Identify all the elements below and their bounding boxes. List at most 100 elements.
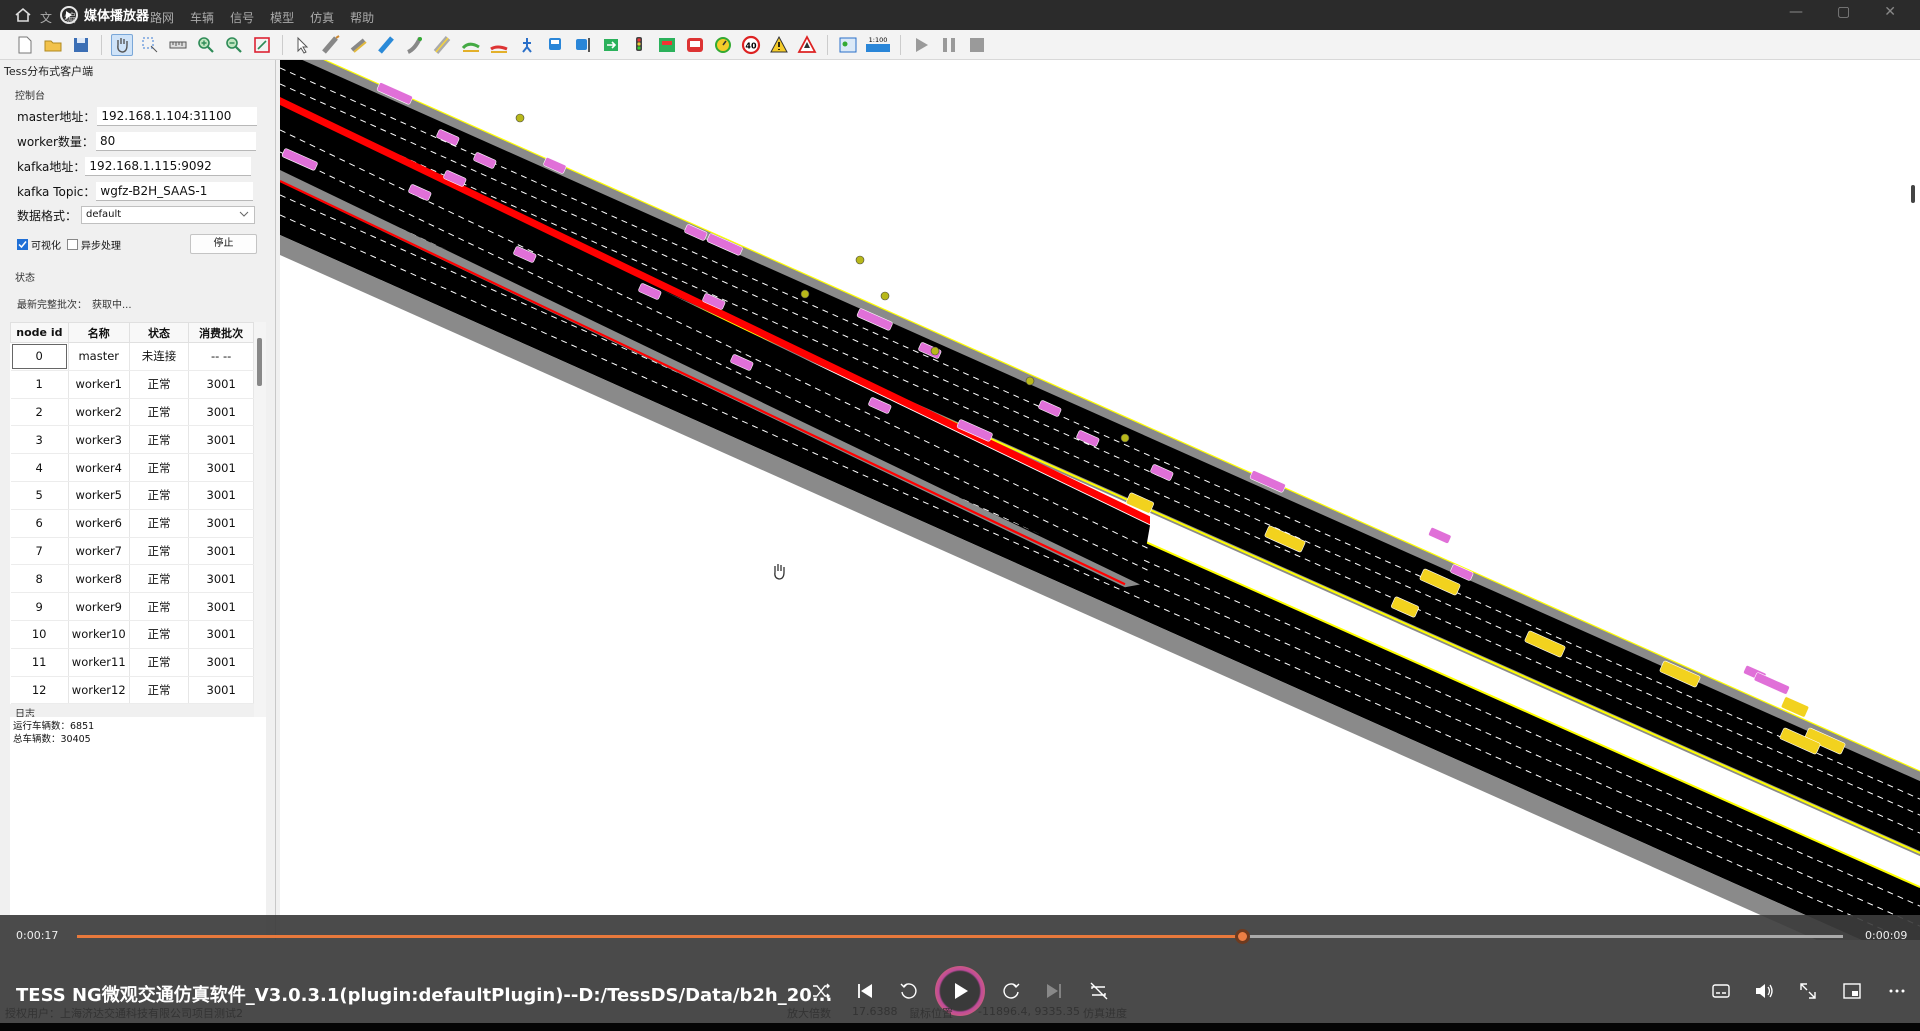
- detector-icon[interactable]: [656, 34, 678, 56]
- route-icon[interactable]: [460, 34, 482, 56]
- table-row[interactable]: 10 worker10 正常 3001: [10, 620, 254, 649]
- subtitles-icon[interactable]: [1708, 978, 1734, 1004]
- column-header-name[interactable]: 名称: [67, 322, 130, 343]
- zoom-fit-icon[interactable]: [251, 34, 273, 56]
- draw-connector-icon[interactable]: [348, 34, 370, 56]
- speed-limit-sign-icon[interactable]: 40: [740, 34, 762, 56]
- pause-simulation-icon[interactable]: [938, 34, 960, 56]
- pedestrian-marker[interactable]: [800, 289, 810, 299]
- scrollbar-thumb[interactable]: [1911, 185, 1915, 203]
- travel-time-icon[interactable]: [712, 34, 734, 56]
- pedestrian-marker[interactable]: [855, 255, 865, 265]
- accident-sign-icon[interactable]: [796, 34, 818, 56]
- repeat-off-icon[interactable]: [1086, 978, 1112, 1004]
- pedestrian-marker[interactable]: [1120, 433, 1130, 443]
- menu-network[interactable]: 路网: [150, 9, 174, 26]
- table-row[interactable]: 0 master 未连接 -- --: [10, 342, 254, 371]
- road-network-view[interactable]: [280, 60, 1920, 940]
- home-icon[interactable]: [14, 6, 32, 24]
- table-row[interactable]: 7 worker7 正常 3001: [10, 537, 254, 566]
- table-row[interactable]: 6 worker6 正常 3001: [10, 509, 254, 538]
- mouse-position-value: -11896.4, 9335.35: [978, 1005, 1080, 1018]
- fullscreen-icon[interactable]: [1795, 978, 1821, 1004]
- draw-road-icon[interactable]: [320, 34, 342, 56]
- visualize-checkbox[interactable]: 可视化: [17, 237, 61, 252]
- pedestrian-marker[interactable]: [1025, 376, 1035, 386]
- more-options-icon[interactable]: [1884, 978, 1910, 1004]
- table-row[interactable]: 4 worker4 正常 3001: [10, 453, 254, 482]
- table-row[interactable]: 12 worker12 正常 3001: [10, 676, 254, 705]
- vehicle[interactable]: [1753, 672, 1791, 695]
- new-file-icon[interactable]: [14, 34, 36, 56]
- bus-line-icon[interactable]: [544, 34, 566, 56]
- table-scrollbar[interactable]: [254, 322, 266, 759]
- zoom-in-icon[interactable]: [195, 34, 217, 56]
- pointer-icon[interactable]: [292, 34, 314, 56]
- menu-vehicle[interactable]: 车辆: [190, 9, 214, 26]
- canvas-scrollbar[interactable]: [1908, 60, 1920, 940]
- shuffle-icon[interactable]: [808, 978, 834, 1004]
- zoom-out-icon[interactable]: [223, 34, 245, 56]
- pedestrian-marker[interactable]: [515, 113, 525, 123]
- pedestrian-marker[interactable]: [930, 346, 940, 356]
- pedestrian-icon[interactable]: [516, 34, 538, 56]
- table-row[interactable]: 11 worker11 正常 3001: [10, 648, 254, 677]
- scale-icon[interactable]: 1:100: [865, 34, 891, 56]
- seek-knob[interactable]: [1234, 929, 1250, 944]
- table-row[interactable]: 9 worker9 正常 3001: [10, 592, 254, 621]
- menu-model[interactable]: 模型: [270, 9, 294, 26]
- cell-status: 正常: [129, 676, 190, 705]
- table-row[interactable]: 1 worker1 正常 3001: [10, 370, 254, 399]
- pan-hand-icon[interactable]: [111, 33, 133, 56]
- edit-road-icon[interactable]: [376, 34, 398, 56]
- column-header-batch[interactable]: 消费批次: [188, 322, 254, 343]
- forward-30-icon[interactable]: [998, 978, 1024, 1004]
- table-row[interactable]: 8 worker8 正常 3001: [10, 564, 254, 594]
- maximize-icon[interactable]: ▢: [1837, 4, 1850, 20]
- table-row[interactable]: 5 worker5 正常 3001: [10, 481, 254, 510]
- table-row[interactable]: 2 worker2 正常 3001: [10, 398, 254, 427]
- road-curve-icon[interactable]: [404, 34, 426, 56]
- run-simulation-icon[interactable]: [910, 34, 932, 56]
- stop-simulation-icon[interactable]: [966, 34, 988, 56]
- seek-bar[interactable]: [77, 929, 1843, 944]
- worker-count-field[interactable]: 80: [95, 132, 256, 151]
- menu-simulation[interactable]: 仿真: [310, 9, 334, 26]
- kafka-topic-field[interactable]: wgfz-B2H_SAAS-1: [96, 182, 254, 201]
- select-area-icon[interactable]: [139, 34, 161, 56]
- data-format-select[interactable]: default: [81, 206, 256, 224]
- column-header-status[interactable]: 状态: [128, 322, 190, 343]
- stop-button[interactable]: 停止: [190, 234, 257, 254]
- table-row[interactable]: 3 worker3 正常 3001: [10, 425, 254, 455]
- bus-stop-icon[interactable]: [572, 34, 594, 56]
- vehicle[interactable]: [1428, 527, 1452, 544]
- previous-icon[interactable]: [852, 978, 878, 1004]
- pedestrian-marker[interactable]: [880, 291, 890, 301]
- vehicle-input-icon[interactable]: [600, 34, 622, 56]
- kafka-address-field[interactable]: 192.168.1.115:9092: [85, 157, 252, 176]
- warning-sign-icon[interactable]: [768, 34, 790, 56]
- minimize-icon[interactable]: —: [1789, 4, 1803, 20]
- mini-player-icon[interactable]: [1839, 978, 1865, 1004]
- next-icon[interactable]: [1041, 978, 1067, 1004]
- volume-icon[interactable]: [1751, 978, 1777, 1004]
- lane-icon[interactable]: [432, 34, 454, 56]
- rewind-10-icon[interactable]: [896, 978, 922, 1004]
- menu-file[interactable]: 文: [40, 9, 52, 26]
- scrollbar-thumb[interactable]: [257, 338, 262, 386]
- menu-help[interactable]: 帮助: [350, 9, 374, 26]
- map-layer-icon[interactable]: [837, 34, 859, 56]
- master-address-field[interactable]: 192.168.1.104:31100: [97, 107, 258, 126]
- async-checkbox[interactable]: 异步处理: [67, 237, 121, 252]
- simulation-canvas[interactable]: [280, 60, 1920, 940]
- decision-point-icon[interactable]: [488, 34, 510, 56]
- signal-light-icon[interactable]: [628, 34, 650, 56]
- ruler-icon[interactable]: [167, 34, 189, 56]
- open-folder-icon[interactable]: [42, 34, 64, 56]
- close-icon[interactable]: ✕: [1884, 4, 1896, 20]
- menu-signal[interactable]: 信号: [230, 9, 254, 26]
- data-collector-icon[interactable]: [684, 34, 706, 56]
- column-header-node-id[interactable]: node id: [10, 322, 69, 343]
- save-icon[interactable]: [70, 34, 92, 56]
- cell-name: worker10: [68, 620, 130, 649]
